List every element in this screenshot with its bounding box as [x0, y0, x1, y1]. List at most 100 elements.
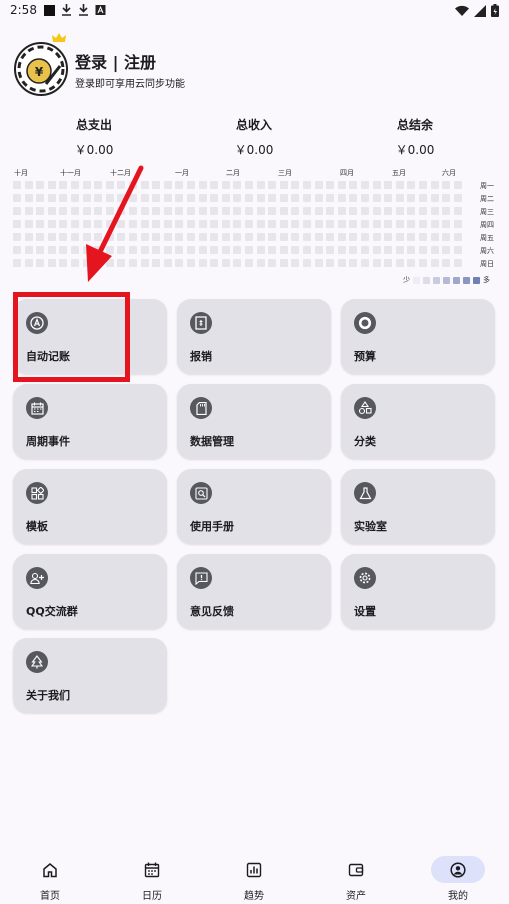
nav-home[interactable]: 首页	[10, 846, 90, 902]
heatmap-cell	[59, 181, 68, 189]
heatmap-cell	[24, 233, 33, 241]
heatmap-cell	[245, 181, 253, 189]
heatmap-cell	[291, 259, 300, 267]
recurring-events-button[interactable]: 周期事件	[13, 384, 167, 459]
heatmap-cell	[36, 194, 45, 202]
heatmap-cell	[453, 181, 462, 189]
heatmap-cell	[13, 246, 21, 254]
status-right-icons	[455, 4, 499, 17]
heatmap-cell	[245, 220, 253, 228]
heatmap-cell	[187, 246, 195, 254]
heatmap-cell	[453, 220, 462, 228]
heatmap-cell	[163, 246, 172, 254]
heatmap-cell	[430, 246, 439, 254]
heatmap-cell	[82, 207, 91, 215]
month-label: 十二月	[110, 169, 131, 177]
heatmap-cell	[175, 207, 184, 215]
heatmap-cell	[221, 220, 230, 228]
heatmap-cell	[152, 181, 161, 189]
heatmap-cell	[442, 233, 451, 241]
heatmap-cell	[221, 194, 230, 202]
heatmap-cell	[268, 220, 277, 228]
month-label: 十一月	[60, 169, 81, 177]
heatmap-cell	[105, 220, 114, 228]
heatmap-cell	[372, 233, 381, 241]
heatmap-cell	[71, 207, 79, 215]
category-button[interactable]: 分类	[341, 384, 495, 459]
heatmap-cell	[210, 207, 219, 215]
legend-swatch	[413, 276, 420, 284]
nav-assets[interactable]: 资产	[316, 846, 396, 902]
heatmap-cell	[291, 207, 300, 215]
heatmap-cell	[210, 233, 219, 241]
budget-ring-icon	[354, 312, 376, 334]
nav-mine[interactable]: 我的	[418, 846, 498, 902]
legend-swatch	[463, 276, 470, 284]
heatmap-cell	[221, 246, 230, 254]
login-subtitle: 登录即可享用云同步功能	[75, 79, 185, 90]
heatmap-cell	[175, 220, 184, 228]
heatmap-cell	[361, 220, 369, 228]
heatmap-cell	[210, 194, 219, 202]
total-income: 总收入 ￥0.00	[194, 116, 314, 158]
heatmap-cell	[24, 220, 33, 228]
heatmap-cell	[82, 246, 91, 254]
heatmap-cell	[221, 207, 230, 215]
user-manual-button[interactable]: 使用手册	[177, 469, 331, 544]
heatmap-cell	[175, 233, 184, 241]
heatmap-cell	[59, 220, 68, 228]
heatmap-cell	[187, 194, 195, 202]
heatmap-cell	[129, 220, 137, 228]
home-icon	[23, 856, 77, 883]
heatmap-cell	[442, 220, 451, 228]
heatmap-cell	[303, 181, 311, 189]
card-label: 设置	[354, 605, 376, 618]
avatar[interactable]: ¥	[14, 42, 68, 96]
heatmap-cell	[13, 194, 21, 202]
heatmap-cell	[372, 194, 381, 202]
heatmap-cell	[442, 207, 451, 215]
heatmap-cell	[36, 181, 45, 189]
heatmap-cell	[291, 194, 300, 202]
feedback-button[interactable]: 意见反馈	[177, 554, 331, 629]
heatmap-cell	[268, 181, 277, 189]
nav-calendar[interactable]: 日历	[112, 846, 192, 902]
login-register-title[interactable]: 登录 | 注册	[75, 49, 156, 73]
nav-trends[interactable]: 趋势	[214, 846, 294, 902]
heatmap-cell	[430, 259, 439, 267]
day-label: 周一	[480, 182, 494, 190]
heatmap-cell	[395, 181, 404, 189]
heatmap-cell	[361, 207, 369, 215]
heatmap-cell	[71, 194, 79, 202]
heatmap-cell	[117, 259, 126, 267]
day-label: 周六	[480, 247, 494, 255]
about-us-button[interactable]: 关于我们	[13, 638, 167, 713]
nav-label: 趋势	[244, 891, 264, 902]
heatmap-cell	[395, 220, 404, 228]
qq-group-button[interactable]: QQ交流群	[13, 554, 167, 629]
day-label: 周日	[480, 260, 494, 268]
day-label: 周四	[480, 221, 494, 229]
heatmap-cell	[82, 181, 91, 189]
heatmap-cell	[13, 259, 21, 267]
heatmap-cell	[105, 207, 114, 215]
heatmap-cell	[94, 259, 103, 267]
heatmap-cell	[233, 259, 242, 267]
template-button[interactable]: 模板	[13, 469, 167, 544]
heatmap-cell	[419, 207, 427, 215]
heatmap-cell	[337, 207, 346, 215]
total-balance-value: ￥0.00	[395, 143, 435, 157]
budget-button[interactable]: 预算	[341, 299, 495, 374]
heatmap-cell	[82, 194, 91, 202]
heatmap-cell	[407, 233, 416, 241]
day-label: 周三	[480, 208, 494, 216]
data-management-button[interactable]: 数据管理	[177, 384, 331, 459]
reimburse-button[interactable]: 报销	[177, 299, 331, 374]
heatmap-cell	[279, 220, 288, 228]
heatmap-cell	[349, 233, 358, 241]
heatmap-cell	[152, 246, 161, 254]
heatmap-cell	[419, 194, 427, 202]
settings-button[interactable]: 设置	[341, 554, 495, 629]
lab-button[interactable]: 实验室	[341, 469, 495, 544]
heatmap-cell	[430, 207, 439, 215]
